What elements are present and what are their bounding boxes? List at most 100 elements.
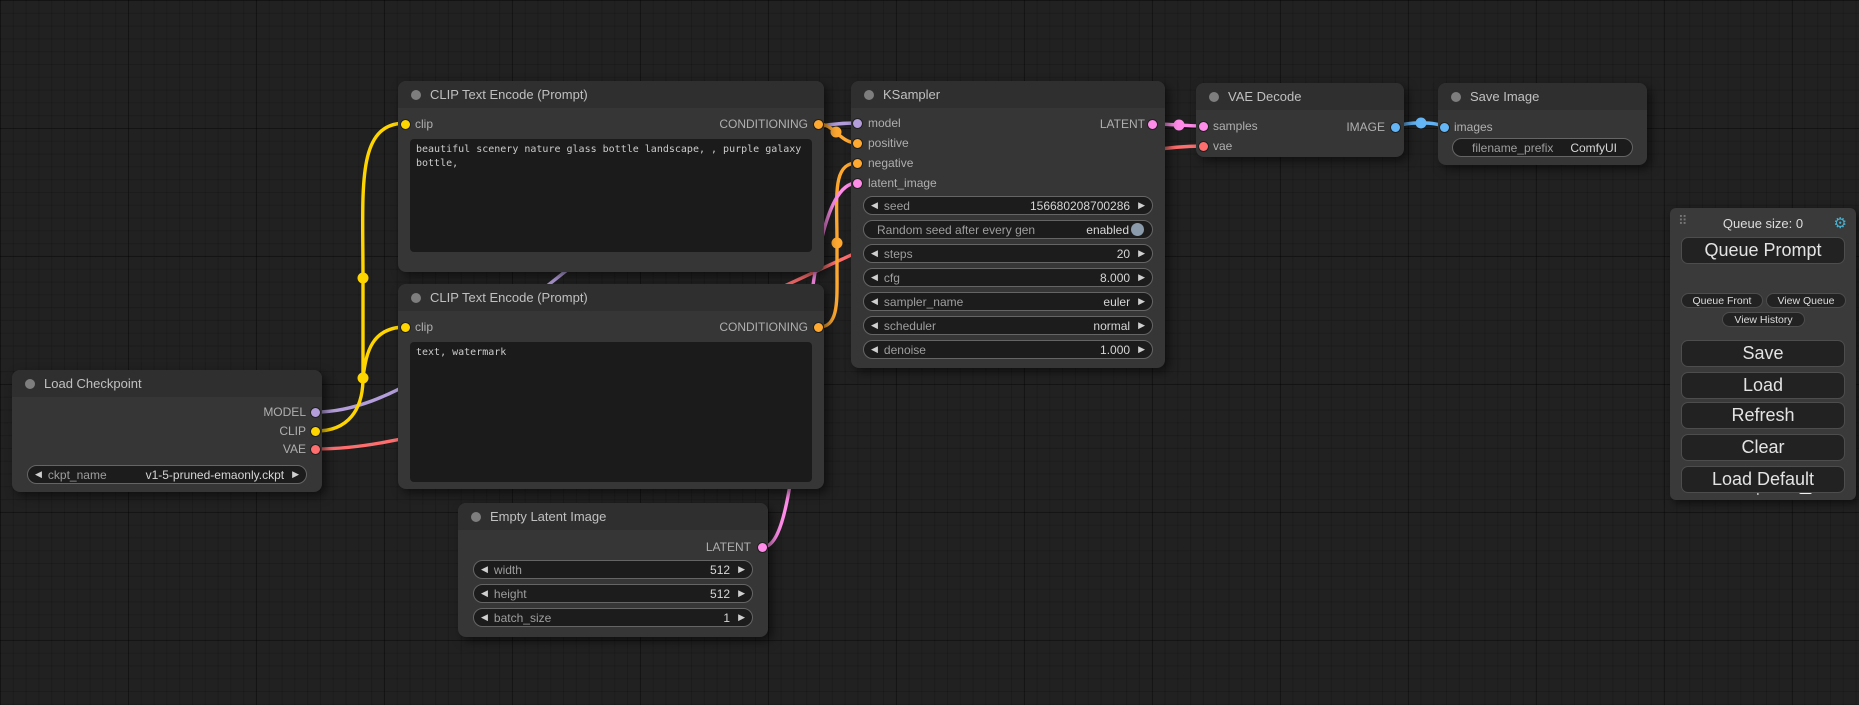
model-output-dot[interactable] [311, 408, 320, 417]
input-label: samples [1213, 119, 1258, 133]
increment-arrow-icon[interactable]: ▶ [738, 585, 745, 602]
latent-image-input-dot[interactable] [853, 179, 862, 188]
gear-icon[interactable]: ⚙ [1834, 214, 1847, 232]
scheduler-widget[interactable]: ◀ scheduler normal ▶ [863, 316, 1153, 335]
queue-front-button[interactable]: Queue Front [1681, 293, 1763, 308]
vae-input-dot[interactable] [1199, 142, 1208, 151]
toggle-enabled-icon[interactable] [1131, 223, 1144, 236]
decrement-arrow-icon[interactable]: ◀ [35, 466, 42, 483]
collapse-dot-icon[interactable] [25, 379, 35, 389]
widget-value: 1.000 [1100, 343, 1130, 357]
queue-prompt-button[interactable]: Queue Prompt [1681, 237, 1845, 264]
node-header[interactable]: Save Image [1438, 83, 1647, 110]
node-graph-canvas[interactable]: Load Checkpoint MODEL CLIP VAE ◀ ckpt_na… [0, 0, 1859, 705]
vae-output-dot[interactable] [311, 445, 320, 454]
negative-prompt-textarea[interactable]: text, watermark [410, 342, 812, 482]
reroute-dot[interactable] [831, 127, 842, 138]
samples-input-dot[interactable] [1199, 122, 1208, 131]
node-empty-latent-image: Empty Latent Image LATENT ◀ width 512 ▶ … [458, 503, 768, 637]
load-default-button[interactable]: Load Default [1681, 466, 1845, 493]
node-header[interactable]: CLIP Text Encode (Prompt) [398, 81, 824, 108]
widget-value: 156680208700286 [1030, 199, 1130, 213]
input-label: model [868, 116, 901, 130]
node-header[interactable]: CLIP Text Encode (Prompt) [398, 284, 824, 311]
node-header[interactable]: Empty Latent Image [458, 503, 768, 530]
increment-arrow-icon[interactable]: ▶ [1138, 197, 1145, 214]
increment-arrow-icon[interactable]: ▶ [292, 466, 299, 483]
negative-input-dot[interactable] [853, 159, 862, 168]
reroute-dot[interactable] [1174, 120, 1185, 131]
batch-size-widget[interactable]: ◀ batch_size 1 ▶ [473, 608, 753, 627]
collapse-dot-icon[interactable] [864, 90, 874, 100]
image-output-dot[interactable] [1391, 123, 1400, 132]
latent-output-dot[interactable] [758, 543, 767, 552]
positive-prompt-textarea[interactable]: beautiful scenery nature glass bottle la… [410, 139, 812, 252]
refresh-button[interactable]: Refresh [1681, 402, 1845, 429]
width-widget[interactable]: ◀ width 512 ▶ [473, 560, 753, 579]
collapse-dot-icon[interactable] [471, 512, 481, 522]
node-header[interactable]: KSampler [851, 81, 1165, 108]
queue-menu-panel: ⠿ Queue size: 0 ⚙ Queue Prompt Extra opt… [1670, 208, 1856, 500]
clear-button[interactable]: Clear [1681, 434, 1845, 461]
reroute-dot[interactable] [358, 273, 369, 284]
decrement-arrow-icon[interactable]: ◀ [481, 585, 488, 602]
ckpt-name-widget[interactable]: ◀ ckpt_name v1-5-pruned-emaonly.ckpt ▶ [27, 465, 307, 484]
increment-arrow-icon[interactable]: ▶ [738, 609, 745, 626]
reroute-dot[interactable] [358, 373, 369, 384]
output-label: LATENT [706, 540, 751, 554]
increment-arrow-icon[interactable]: ▶ [738, 561, 745, 578]
decrement-arrow-icon[interactable]: ◀ [871, 317, 878, 334]
decrement-arrow-icon[interactable]: ◀ [871, 341, 878, 358]
seed-widget[interactable]: ◀ seed 156680208700286 ▶ [863, 196, 1153, 215]
node-header[interactable]: VAE Decode [1196, 83, 1404, 110]
increment-arrow-icon[interactable]: ▶ [1138, 293, 1145, 310]
output-label: LATENT [1100, 117, 1145, 131]
widget-label: height [494, 587, 527, 601]
denoise-widget[interactable]: ◀ denoise 1.000 ▶ [863, 340, 1153, 359]
decrement-arrow-icon[interactable]: ◀ [871, 269, 878, 286]
decrement-arrow-icon[interactable]: ◀ [871, 197, 878, 214]
decrement-arrow-icon[interactable]: ◀ [481, 561, 488, 578]
node-clip-text-encode-negative: CLIP Text Encode (Prompt) clip CONDITION… [398, 284, 824, 489]
positive-input-dot[interactable] [853, 139, 862, 148]
node-header[interactable]: Load Checkpoint [12, 370, 322, 397]
latent-output-dot[interactable] [1148, 120, 1157, 129]
steps-widget[interactable]: ◀ steps 20 ▶ [863, 244, 1153, 263]
height-widget[interactable]: ◀ height 512 ▶ [473, 584, 753, 603]
increment-arrow-icon[interactable]: ▶ [1138, 341, 1145, 358]
clip-output-dot[interactable] [311, 427, 320, 436]
collapse-dot-icon[interactable] [411, 90, 421, 100]
node-title: Save Image [1470, 89, 1539, 104]
widget-value: 20 [1117, 247, 1130, 261]
decrement-arrow-icon[interactable]: ◀ [871, 293, 878, 310]
reroute-dot[interactable] [1416, 118, 1427, 129]
conditioning-output-dot[interactable] [814, 323, 823, 332]
view-history-button[interactable]: View History [1722, 312, 1805, 327]
increment-arrow-icon[interactable]: ▶ [1138, 269, 1145, 286]
random-seed-toggle-widget[interactable]: Random seed after every gen enabled [863, 220, 1153, 239]
output-label: CLIP [279, 424, 306, 438]
increment-arrow-icon[interactable]: ▶ [1138, 245, 1145, 262]
node-vae-decode: VAE Decode samples vae IMAGE [1196, 83, 1404, 157]
clip-input-dot[interactable] [401, 120, 410, 129]
clip-input-dot[interactable] [401, 323, 410, 332]
reroute-dot[interactable] [832, 238, 843, 249]
cfg-widget[interactable]: ◀ cfg 8.000 ▶ [863, 268, 1153, 287]
view-queue-button[interactable]: View Queue [1766, 293, 1846, 308]
increment-arrow-icon[interactable]: ▶ [1138, 317, 1145, 334]
images-input-dot[interactable] [1440, 123, 1449, 132]
collapse-dot-icon[interactable] [411, 293, 421, 303]
collapse-dot-icon[interactable] [1451, 92, 1461, 102]
sampler-name-widget[interactable]: ◀ sampler_name euler ▶ [863, 292, 1153, 311]
decrement-arrow-icon[interactable]: ◀ [871, 245, 878, 262]
widget-label: filename_prefix [1472, 141, 1553, 155]
load-button[interactable]: Load [1681, 372, 1845, 399]
decrement-arrow-icon[interactable]: ◀ [481, 609, 488, 626]
model-input-dot[interactable] [853, 119, 862, 128]
filename-prefix-widget[interactable]: filename_prefix ComfyUI [1452, 138, 1633, 157]
widget-value: normal [1093, 319, 1130, 333]
output-label: IMAGE [1346, 120, 1385, 134]
collapse-dot-icon[interactable] [1209, 92, 1219, 102]
conditioning-output-dot[interactable] [814, 120, 823, 129]
save-button[interactable]: Save [1681, 340, 1845, 367]
